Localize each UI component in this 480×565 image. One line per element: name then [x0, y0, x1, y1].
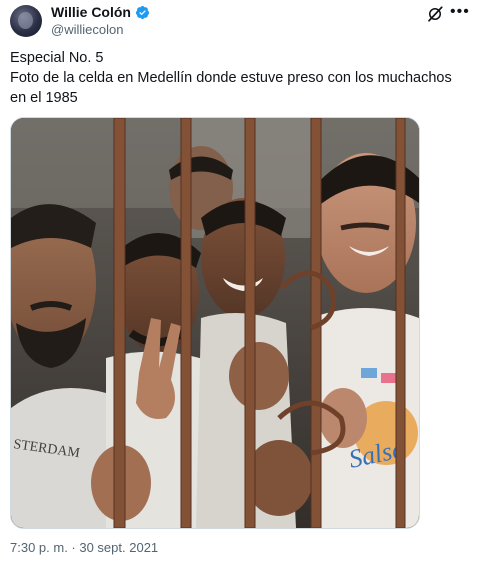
grok-icon[interactable]: [426, 5, 444, 23]
author-name-row[interactable]: Willie Colón: [51, 4, 150, 20]
author-display-name[interactable]: Willie Colón: [51, 4, 131, 20]
jail-cell-photo: STERDAM Salsa: [11, 118, 419, 528]
tweet-header: Willie Colón @williecolon •••: [0, 0, 480, 44]
author-handle[interactable]: @williecolon: [51, 22, 123, 37]
avatar[interactable]: [10, 5, 42, 37]
tweet-text: Especial No. 5 Foto de la celda en Medel…: [10, 48, 470, 108]
verified-badge-icon: [135, 5, 150, 19]
tweet-text-line-2: Foto de la celda en Medellín donde estuv…: [10, 70, 452, 106]
tweet-text-line-1: Especial No. 5: [10, 50, 104, 66]
more-options-icon[interactable]: •••: [450, 3, 469, 21]
tweet-timestamp[interactable]: 7:30 p. m. · 30 sept. 2021: [10, 540, 158, 555]
tweet-photo[interactable]: STERDAM Salsa: [10, 117, 420, 529]
